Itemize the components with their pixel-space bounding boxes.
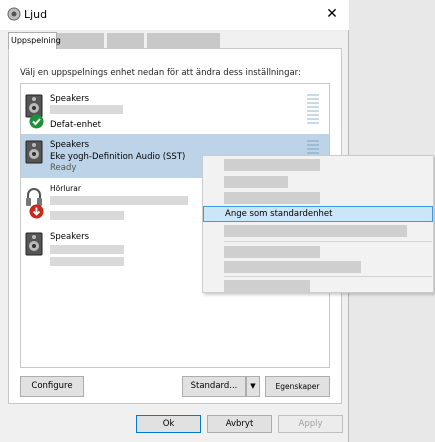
context-menu-item[interactable] <box>224 192 320 204</box>
instruction-text: Välj en uppspelnings enhet nedan för att… <box>20 68 301 78</box>
device-description: Eke yogh-Definition Audio (SST) <box>50 152 186 162</box>
tab-2[interactable] <box>57 33 104 48</box>
device-status: Ready <box>50 163 77 173</box>
device-description <box>50 245 124 254</box>
set-default-button[interactable]: Standard... <box>182 376 246 397</box>
apply-button[interactable]: Apply <box>278 415 343 433</box>
set-as-default-menu-item[interactable]: Ange som standardenhet <box>203 206 433 222</box>
volume-meter <box>307 94 319 126</box>
green-check-icon <box>29 114 44 129</box>
context-menu-item[interactable] <box>224 261 361 273</box>
close-button[interactable]: ✕ <box>317 2 347 26</box>
cancel-button[interactable]: Avbryt <box>207 415 272 433</box>
device-name: Hörlurar <box>50 184 81 193</box>
set-default-dropdown[interactable]: ▼ <box>246 376 260 397</box>
device-name: Speakers <box>50 140 90 150</box>
menu-separator <box>224 241 432 242</box>
device-name: Speakers <box>50 232 90 242</box>
tab-4[interactable] <box>147 33 220 48</box>
speaker-icon <box>7 7 21 21</box>
context-menu-item[interactable] <box>224 176 288 188</box>
context-menu-item[interactable] <box>224 225 407 237</box>
properties-button[interactable]: Egenskaper <box>265 376 330 397</box>
tab-playback[interactable]: Uppspelning <box>8 32 61 49</box>
close-icon: ✕ <box>326 6 338 22</box>
ok-button[interactable]: Ok <box>136 415 201 433</box>
menu-separator <box>224 276 432 277</box>
device-status <box>50 257 124 266</box>
device-status: Defat-enhet <box>50 120 101 130</box>
context-menu-item[interactable] <box>224 246 320 258</box>
configure-button[interactable]: Configure <box>20 376 84 397</box>
context-menu-item[interactable] <box>224 280 310 292</box>
red-down-arrow-icon <box>29 204 44 219</box>
window-title: Ljud <box>24 8 48 21</box>
device-name: Speakers <box>50 94 90 104</box>
context-menu: Ange som standardenhet <box>202 155 434 293</box>
chevron-down-icon: ▼ <box>250 382 256 390</box>
speaker-icon <box>25 140 43 164</box>
title-bar: Ljud ✕ <box>0 0 349 30</box>
volume-meter <box>307 140 319 156</box>
device-item[interactable]: Speakers Defat-enhet <box>21 88 329 132</box>
device-description <box>50 105 123 114</box>
device-description <box>50 196 188 205</box>
speaker-icon <box>25 232 43 256</box>
tab-3[interactable] <box>107 33 144 48</box>
context-menu-item[interactable] <box>224 159 320 171</box>
device-status <box>50 211 124 220</box>
